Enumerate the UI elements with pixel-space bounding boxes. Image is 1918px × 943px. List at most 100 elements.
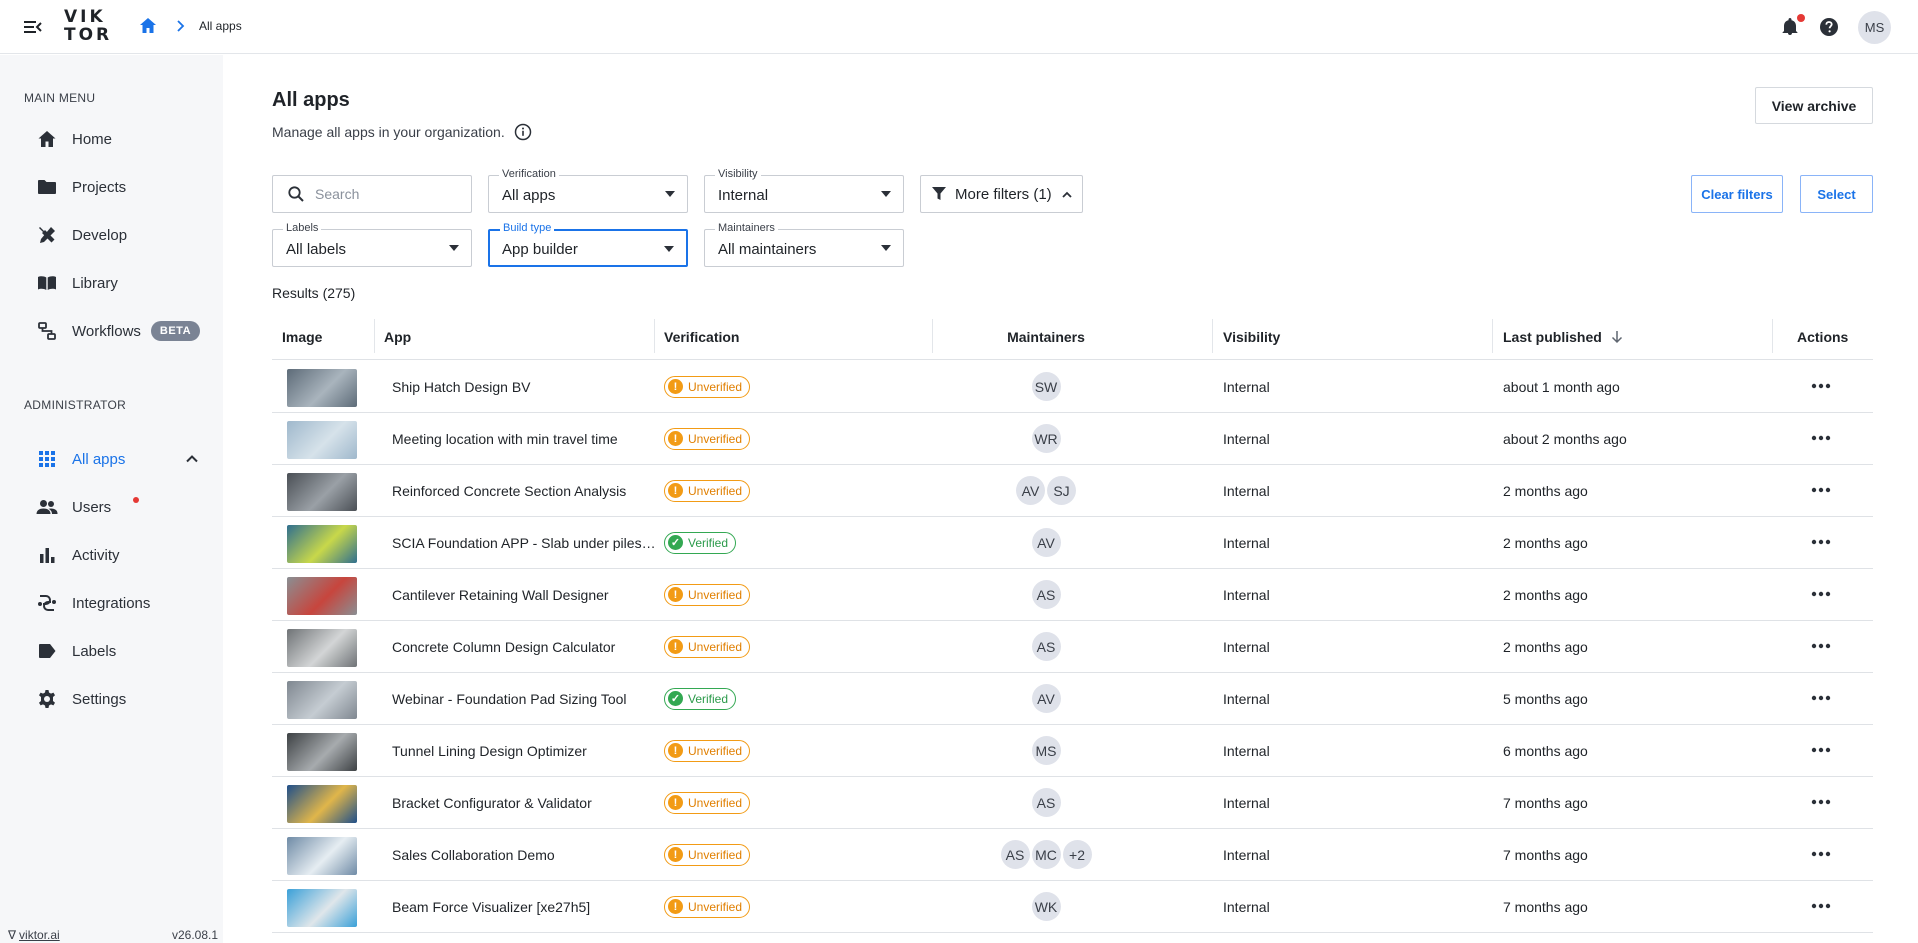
select-button[interactable]: Select xyxy=(1800,175,1873,213)
administrator-heading: ADMINISTRATOR xyxy=(24,398,127,412)
sidebar-item-workflows[interactable]: Workflows BETA xyxy=(24,311,214,351)
more-actions-icon[interactable] xyxy=(1808,743,1834,757)
maintainer-avatar[interactable]: MC xyxy=(1031,840,1061,869)
sidebar-item-develop[interactable]: Develop xyxy=(24,215,214,255)
sidebar-item-projects[interactable]: Projects xyxy=(24,167,214,207)
sidebar-item-settings[interactable]: Settings xyxy=(24,679,214,719)
maintainers-cell: AS xyxy=(932,777,1160,828)
app-thumbnail xyxy=(287,837,357,875)
app-name[interactable]: SCIA Foundation APP - Slab under piles… xyxy=(392,517,654,568)
maintainers-select[interactable]: Maintainers All maintainers xyxy=(704,222,904,267)
page-title: All apps xyxy=(272,89,350,111)
column-divider xyxy=(374,319,375,353)
app-name[interactable]: Webinar - Foundation Pad Sizing Tool xyxy=(392,673,654,724)
maintainer-avatar[interactable]: AS xyxy=(1031,788,1061,817)
table-row[interactable]: Ship Hatch Design BV ! Unverified SW Interna… xyxy=(272,361,1873,413)
column-header-last-published[interactable]: Last published xyxy=(1503,313,1624,360)
viktor-logo[interactable]: VIK TOR xyxy=(64,8,112,44)
more-actions-icon[interactable] xyxy=(1808,639,1834,653)
sidebar-item-labels[interactable]: Labels xyxy=(24,631,214,671)
maintainer-avatar[interactable]: +2 xyxy=(1062,840,1092,869)
info-icon[interactable] xyxy=(514,123,532,141)
last-published-cell: about 1 month ago xyxy=(1503,378,1620,395)
sidebar: MAIN MENU Home Projects Develop Library … xyxy=(0,55,223,943)
dropdown-caret-icon xyxy=(449,245,459,251)
verification-cell: ! Unverified xyxy=(664,569,751,620)
app-thumbnail xyxy=(287,785,357,823)
user-avatar[interactable]: MS xyxy=(1858,11,1891,44)
maintainer-avatar[interactable]: AS xyxy=(1000,840,1030,869)
maintainer-avatar[interactable]: AS xyxy=(1031,632,1061,661)
column-divider xyxy=(1772,319,1773,353)
column-header-app[interactable]: App xyxy=(384,313,411,360)
labels-select[interactable]: Labels All labels xyxy=(272,222,472,267)
app-name[interactable]: Sales Collaboration Demo xyxy=(392,829,654,880)
app-name[interactable]: Beam Force Visualizer [xe27h5] xyxy=(392,881,654,932)
column-header-verification[interactable]: Verification xyxy=(664,313,739,360)
visibility-select[interactable]: Visibility Internal xyxy=(704,168,904,213)
maintainer-avatar[interactable]: AV xyxy=(1031,684,1061,713)
more-actions-icon[interactable] xyxy=(1808,483,1834,497)
home-breadcrumb-icon[interactable] xyxy=(138,16,158,36)
sidebar-item-integrations[interactable]: Integrations xyxy=(24,583,214,623)
table-row[interactable]: Tunnel Lining Design Optimizer ! Unverifie… xyxy=(272,725,1873,777)
app-name[interactable]: Ship Hatch Design BV xyxy=(392,361,654,412)
help-icon[interactable] xyxy=(1819,17,1839,37)
app-name[interactable]: Meeting location with min travel time xyxy=(392,413,654,464)
verification-select[interactable]: Verification All apps xyxy=(488,168,688,213)
table-row[interactable]: Meeting location with min travel time ! Un… xyxy=(272,413,1873,465)
app-name[interactable]: Bracket Configurator & Validator xyxy=(392,777,654,828)
maintainer-avatar[interactable]: WR xyxy=(1031,424,1061,453)
maintainer-avatar[interactable]: SJ xyxy=(1047,476,1076,505)
more-filters-button[interactable]: More filters (1) xyxy=(920,175,1083,213)
visibility-cell: Internal xyxy=(1223,482,1270,499)
more-actions-icon[interactable] xyxy=(1808,431,1834,445)
sidebar-item-library[interactable]: Library xyxy=(24,263,214,303)
more-actions-icon[interactable] xyxy=(1808,847,1834,861)
sidebar-item-all-apps[interactable]: All apps xyxy=(24,439,214,479)
more-actions-icon[interactable] xyxy=(1808,691,1834,705)
maintainer-avatar[interactable]: WK xyxy=(1031,892,1061,921)
sidebar-item-users[interactable]: Users xyxy=(24,487,214,527)
sidebar-item-home[interactable]: Home xyxy=(24,119,214,159)
table-row[interactable]: Bracket Configurator & Validator ! Unverif… xyxy=(272,777,1873,829)
search-input[interactable] xyxy=(315,186,455,202)
maintainer-avatar[interactable]: SW xyxy=(1031,372,1061,401)
maintainer-avatar[interactable]: MS xyxy=(1031,736,1061,765)
viktor-ai-link[interactable]: ∇ viktor.ai xyxy=(8,928,60,942)
maintainer-avatar[interactable]: AV xyxy=(1016,476,1045,505)
app-name[interactable]: Cantilever Retaining Wall Designer xyxy=(392,569,654,620)
search-field[interactable] xyxy=(272,175,472,213)
table-row[interactable]: Sales Collaboration Demo ! Unverified AS MC +… xyxy=(272,829,1873,881)
column-header-maintainers[interactable]: Maintainers xyxy=(932,313,1160,360)
app-name[interactable]: Reinforced Concrete Section Analysis xyxy=(392,465,654,516)
maintainer-avatar[interactable]: AV xyxy=(1031,528,1061,557)
maintainer-avatar[interactable]: AS xyxy=(1031,580,1061,609)
more-actions-icon[interactable] xyxy=(1808,899,1834,913)
sidebar-item-label: Projects xyxy=(72,178,127,196)
table-row[interactable]: Concrete Column Design Calculator ! Unveri… xyxy=(272,621,1873,673)
menu-collapse-icon[interactable] xyxy=(22,16,44,38)
last-published-cell: 2 months ago xyxy=(1503,482,1588,499)
table-row[interactable]: Reinforced Concrete Section Analysis ! Unv… xyxy=(272,465,1873,517)
more-actions-icon[interactable] xyxy=(1808,795,1834,809)
build-type-select[interactable]: Build type App builder xyxy=(488,222,688,267)
table-row[interactable]: Webinar - Foundation Pad Sizing Tool ✓ Ver… xyxy=(272,673,1873,725)
verification-cell: ! Unverified xyxy=(664,465,751,516)
chevron-right-icon xyxy=(177,20,185,32)
warning-circle-icon: ! xyxy=(668,483,683,498)
app-thumbnail xyxy=(287,473,357,511)
app-name[interactable]: Tunnel Lining Design Optimizer xyxy=(392,725,654,776)
sidebar-item-activity[interactable]: Activity xyxy=(24,535,214,575)
table-row[interactable]: Cantilever Retaining Wall Designer ! Unver… xyxy=(272,569,1873,621)
more-actions-icon[interactable] xyxy=(1808,587,1834,601)
clear-filters-button[interactable]: Clear filters xyxy=(1691,175,1783,213)
table-row[interactable]: Beam Force Visualizer [xe27h5] ! Unverifie… xyxy=(272,881,1873,933)
table-row[interactable]: SCIA Foundation APP - Slab under piles… ✓… xyxy=(272,517,1873,569)
more-actions-icon[interactable] xyxy=(1808,379,1834,393)
app-name[interactable]: Concrete Column Design Calculator xyxy=(392,621,654,672)
more-actions-icon[interactable] xyxy=(1808,535,1834,549)
arrow-down-icon[interactable] xyxy=(1610,330,1624,344)
column-header-visibility[interactable]: Visibility xyxy=(1223,313,1280,360)
view-archive-button[interactable]: View archive xyxy=(1755,87,1873,124)
